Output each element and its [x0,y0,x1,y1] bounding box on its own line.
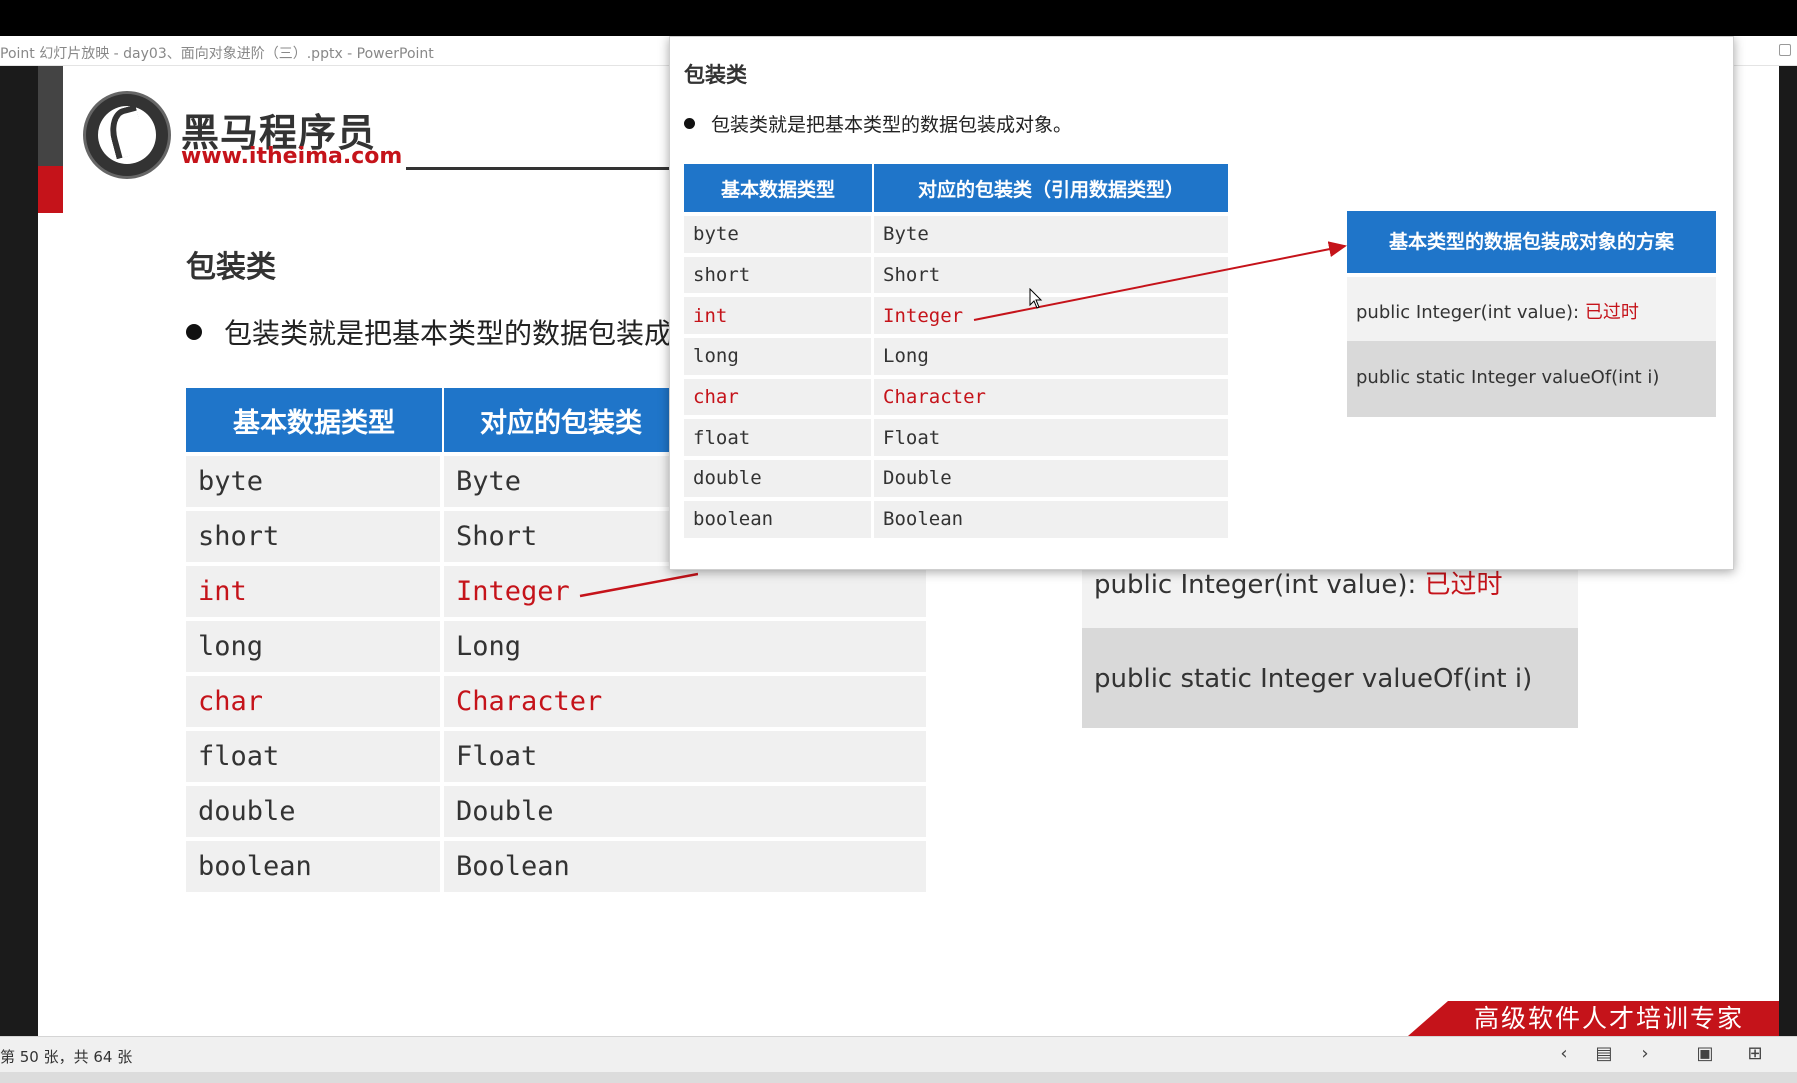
slide-table-cell-primitive: boolean [186,841,444,892]
slide-table-cell-wrapper: Character [444,676,926,727]
slide-sorter-icon[interactable]: ⊞ [1742,1042,1768,1066]
slide-table-cell-primitive: char [186,676,444,727]
bottom-strip [0,1072,1797,1083]
slide-table-row: long Long [186,621,926,672]
slide-table-cell-wrapper: Double [444,786,926,837]
slide-title: 包装类 [186,250,276,285]
popup-arrow [973,241,1347,321]
brand-url: www.itheima.com [181,144,403,169]
slide-table-cell-primitive: float [186,731,444,782]
right-dark-strip [1779,66,1797,1036]
slide-option2-code: public static Integer valueOf(int i) [1094,664,1533,694]
slide-table-cell-primitive: long [186,621,444,672]
prev-slide-icon[interactable]: ‹ [1551,1042,1577,1066]
mouse-cursor-icon [1029,288,1043,309]
slide-table-cell-wrapper: Boolean [444,841,926,892]
slide-table-cell-primitive: double [186,786,444,837]
zoom-preview-popup: 包装类 包装类就是把基本类型的数据包装成对象。 基本数据类型 对应的包装类（引用… [669,36,1734,570]
slide-table-row: int Integer [186,566,926,617]
slide-table-cell-wrapper: Float [444,731,926,782]
top-black-bar [0,0,1797,36]
bullet-dot-icon [186,324,202,340]
normal-view-icon[interactable]: ▣ [1692,1042,1718,1066]
slide-table-row: char Character [186,676,926,727]
slide-table-row: float Float [186,731,926,782]
restore-window-icon[interactable] [1779,44,1791,56]
status-bar: 第 50 张，共 64 张 ‹ ▤ › ▣ ⊞ [0,1036,1797,1072]
window-title: Point 幻灯片放映 - day03、面向对象进阶（三）.pptx - Pow… [0,46,434,62]
slide-option1-note: 已过时 [1424,570,1503,600]
table-header-primitive: 基本数据类型 [186,388,444,452]
slide-table-row: double Double [186,786,926,837]
slogan-banner: 高级软件人才培训专家 [1448,1001,1779,1036]
slide-table-cell-primitive: short [186,511,444,562]
next-slide-icon[interactable]: › [1632,1042,1658,1066]
logo-horse-icon [83,91,171,179]
slogan-wedge [1408,1001,1448,1036]
slide-option1-sep: : [1407,570,1425,600]
slide-table-cell-primitive: int [186,566,444,617]
slide-table-cell-primitive: byte [186,456,444,507]
slide-table-cell-wrapper: Long [444,621,926,672]
slide-gray-accent [38,66,63,166]
slide-option1-code: public Integer(int value) [1094,570,1408,600]
reading-view-icon[interactable]: ▤ [1591,1042,1617,1066]
slide-counter: 第 50 张，共 64 张 [0,1048,133,1066]
slide-scheme-option-2: public static Integer valueOf(int i) [1082,628,1578,728]
slide-red-accent [38,166,63,213]
slide-bullet: 包装类就是把基本类型的数据包装成 [186,312,672,352]
slide-bullet-text: 包装类就是把基本类型的数据包装成 [224,317,673,350]
slide-table-row: boolean Boolean [186,841,926,892]
left-dark-strip [0,66,38,1036]
